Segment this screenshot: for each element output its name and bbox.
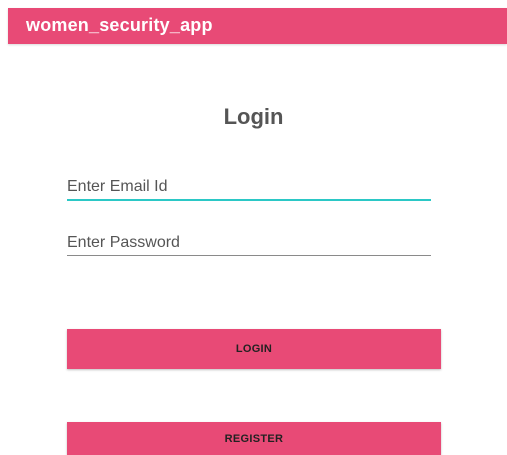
- login-heading: Login: [223, 104, 284, 129]
- login-screen: women_security_app Login LOGIN REGISTER: [0, 0, 507, 455]
- app-bar: women_security_app: [8, 8, 507, 44]
- login-button[interactable]: LOGIN: [67, 329, 441, 369]
- register-button[interactable]: REGISTER: [67, 422, 441, 455]
- password-field[interactable]: [67, 232, 431, 256]
- email-field[interactable]: [67, 177, 431, 201]
- app-title: women_security_app: [26, 15, 213, 35]
